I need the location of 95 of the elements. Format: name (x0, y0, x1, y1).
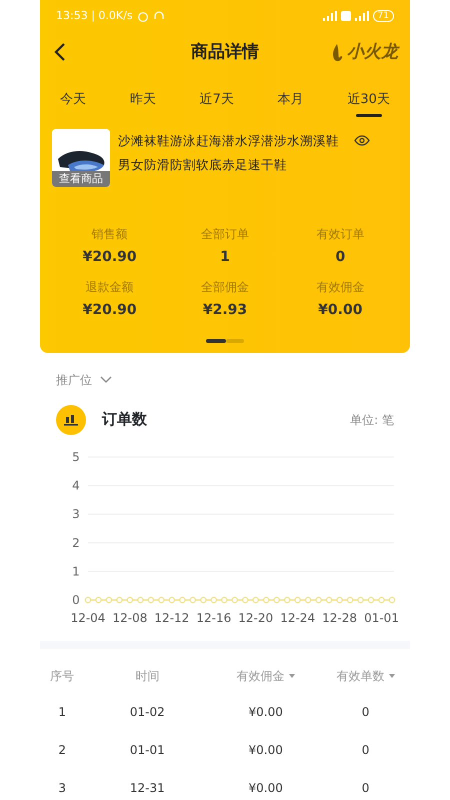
data-point (106, 596, 112, 603)
data-point (221, 596, 228, 603)
table-cell: 3 (58, 780, 66, 794)
table-cell: ¥0.00 (248, 780, 283, 794)
table-cell: 2 (58, 742, 66, 756)
data-point (190, 596, 196, 603)
sort-caret-icon[interactable] (388, 674, 395, 678)
data-point (368, 596, 374, 603)
axis-label: 01-01 (364, 610, 399, 624)
axis-label: 2 (72, 535, 80, 550)
axis-label: 12-04 (70, 610, 106, 624)
axis-label: 12-08 (112, 610, 148, 624)
data-point (284, 596, 290, 603)
axis-label: 1 (72, 564, 80, 578)
tab[interactable]: 本月 (278, 86, 304, 124)
axis-label: 0 (72, 592, 80, 606)
data-point (158, 596, 165, 603)
status-time: 13:53 | 0.0K/s (56, 8, 133, 24)
flame-icon (331, 42, 343, 63)
column-header: 时间 (135, 668, 160, 684)
axis-label: 12-12 (154, 610, 190, 624)
data-point (95, 596, 102, 603)
data-point (273, 596, 280, 603)
alarm-icon (136, 10, 149, 22)
table-cell: 01-02 (130, 704, 165, 718)
data-point (388, 596, 396, 603)
tab[interactable]: 今天 (60, 86, 86, 124)
column-header: 序号 (50, 668, 74, 684)
stat-label: 退款金额 (84, 278, 135, 296)
back-icon[interactable] (54, 42, 66, 62)
stat-value: ¥2.93 (202, 300, 248, 320)
data-point (357, 596, 364, 603)
table-cell: ¥0.00 (248, 742, 283, 756)
axis-label: 12-20 (238, 610, 274, 624)
stat-label: 有效佣金 (315, 278, 366, 296)
table-cell: 0 (362, 704, 370, 718)
data-point (326, 596, 332, 603)
axis-label: 4 (72, 478, 80, 492)
stat-value: ¥20.90 (82, 300, 138, 320)
data-point (148, 596, 154, 603)
data-point (315, 596, 322, 603)
data-point (126, 596, 134, 603)
axis-label: 3 (72, 506, 80, 521)
table-cell: 12-31 (130, 780, 165, 794)
tab[interactable]: 近30天 (347, 86, 390, 124)
table-cell: 0 (362, 742, 370, 756)
data-point (336, 596, 343, 603)
data-point (304, 596, 312, 603)
signal-icon (354, 11, 369, 21)
data-point (137, 596, 144, 603)
stat-value: 0 (334, 248, 346, 266)
table-cell: 1 (58, 704, 66, 718)
table-cell: ¥0.00 (248, 704, 283, 718)
axis-label: 12-24 (280, 610, 316, 624)
stat-value: 1 (219, 248, 231, 266)
table-cell: 0 (362, 780, 370, 794)
data-point (232, 596, 238, 603)
logo-text: 小火龙 (347, 41, 398, 64)
data-point (346, 596, 354, 603)
chevron-down-icon[interactable] (100, 376, 112, 384)
axis-label: 12-16 (196, 610, 232, 624)
data-point (294, 596, 301, 603)
page-title: 商品详情 (191, 42, 259, 62)
data-point (84, 596, 92, 603)
data-point (263, 596, 270, 603)
data-point (242, 596, 248, 603)
stat-value: ¥20.90 (82, 248, 138, 266)
table-cell: 01-01 (130, 742, 165, 756)
chart-title: 订单数 (102, 409, 147, 430)
axis-label: 12-28 (322, 610, 358, 624)
stat-label: 销售额 (90, 226, 129, 242)
product-title: 沙滩袜鞋游泳赶海潜水浮潜涉水溯溪鞋男女防滑防割软底赤足速干鞋 (118, 132, 340, 174)
data-point (378, 596, 385, 603)
data-point (179, 596, 186, 603)
data-point (168, 596, 176, 603)
data-point (200, 596, 206, 603)
filter-label[interactable]: 推广位 (56, 370, 92, 388)
chart-icon (56, 404, 86, 434)
view-product-label[interactable]: 查看商品 (52, 170, 110, 186)
eye-icon[interactable] (354, 134, 370, 146)
stat-label: 全部订单 (200, 226, 250, 242)
data-point (210, 596, 217, 603)
stat-label: 全部佣金 (200, 278, 250, 296)
sort-caret-icon[interactable] (288, 674, 295, 678)
data-point (116, 596, 123, 603)
axis-label: 5 (72, 450, 80, 464)
signal-icon (322, 11, 337, 21)
data-point (252, 596, 259, 603)
stat-value: ¥0.00 (317, 300, 364, 320)
unit-label: 单位: 笔 (350, 412, 394, 428)
tab[interactable]: 近7天 (200, 86, 234, 124)
headphone-icon (152, 10, 165, 22)
battery-level: 71 (372, 10, 394, 22)
tab[interactable]: 昨天 (130, 86, 156, 124)
stat-label: 有效订单 (315, 226, 366, 242)
